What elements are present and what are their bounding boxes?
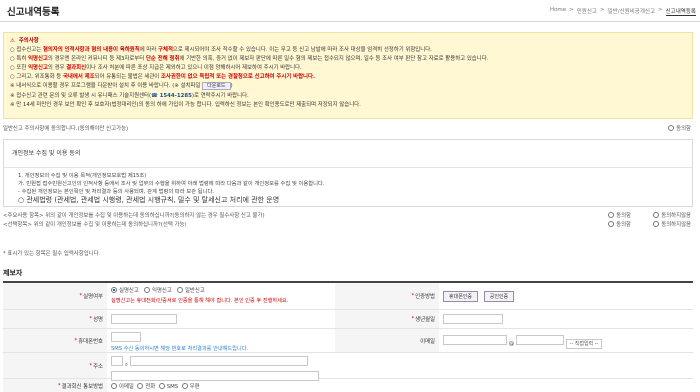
notice-box: ⚠ 주의사항 ○ 접수신고는 혐의자의 인적사항과 혐의 내용이 육하원칙에 따라… bbox=[3, 32, 693, 119]
download-button[interactable]: 다운로드 bbox=[202, 82, 231, 91]
name-input[interactable] bbox=[111, 314, 177, 324]
real-name-radio[interactable] bbox=[111, 287, 117, 293]
required-agree-radio[interactable] bbox=[608, 212, 615, 218]
breadcrumb-current: 신고내역등록 bbox=[665, 9, 696, 16]
notice-line: ○ 접수신고는 혐의자의 인적사항과 혐의 내용이 육하원칙에 따라 구체적으로… bbox=[10, 47, 432, 54]
optional-disagree-radio[interactable] bbox=[653, 221, 660, 227]
cert-auth-button[interactable]: 공인인증 bbox=[483, 291, 515, 302]
breadcrumb: Home > 민원신고 > 일반/신원비공개신고 > 신고내역등록 bbox=[550, 7, 696, 16]
row-contact: * 결과회신 통보방법 이메일 전화 SMS 우편 bbox=[3, 379, 693, 392]
mobile-input[interactable] bbox=[111, 332, 141, 342]
breadcrumb-separator: > bbox=[658, 7, 663, 13]
mobile-hint: SMS 수신 동의하시면 해당 번호로 처리결과를 안내해드립니다. bbox=[111, 346, 249, 352]
reporter-form: * 실명여부 실명신고 익명신고 일반신고 실명신고는 휴대전화/인증서로 인증을… bbox=[3, 281, 693, 392]
contact-phone-radio[interactable] bbox=[137, 383, 144, 389]
row-mobile: * 휴대폰번호 SMS 수신 동의하시면 해당 번호로 처리결과를 안내해드립니다… bbox=[3, 329, 693, 353]
type-warning: 실명신고는 휴대전화/인증서로 인증을 통해 해야 합니다. 본인 인증 후 진… bbox=[111, 298, 289, 304]
contact-mail-radio[interactable] bbox=[181, 383, 188, 389]
zipcode-input[interactable] bbox=[111, 356, 123, 366]
general-radio[interactable] bbox=[176, 287, 183, 293]
privacy-consents: <주요사용 항목> 위의 같이 개인정보를 수집 및 이용하는데 동의하십니까?… bbox=[3, 212, 693, 230]
optional-agree-radio[interactable] bbox=[608, 221, 615, 227]
required-disagree-radio[interactable] bbox=[653, 212, 660, 218]
privacy-title: 개인정보 수집 및 이용 동의 bbox=[4, 140, 692, 168]
notice-title: 주의사항 bbox=[18, 38, 39, 44]
contact-sms-radio[interactable] bbox=[158, 383, 165, 389]
email-domain-select[interactable]: -- 직접입력 -- bbox=[565, 339, 603, 349]
breadcrumb-report-type[interactable]: 일반/신원비공개신고 bbox=[608, 7, 655, 16]
section-title: 제보자 bbox=[3, 269, 23, 277]
warning-icon: ⚠ bbox=[10, 38, 15, 44]
notice-line: ※ 내서식으로 이용할 경우 프로그램을 다운받아 설치 후 이용 바랍니다. … bbox=[10, 82, 233, 91]
phone-auth-button[interactable]: 휴대폰인증 bbox=[443, 291, 479, 302]
notice-consent-row: 일반신고 주의사항에 동의합니다.(동의해야만 신고가능) 동의함 bbox=[3, 125, 691, 132]
breadcrumb-home[interactable]: Home bbox=[550, 7, 566, 16]
row-name: * 성명 * 생년월일 bbox=[3, 310, 693, 329]
email-domain-input[interactable] bbox=[515, 335, 564, 345]
notice-line: ※ 접수신고 관련 문의 및 오류 발생 시 유니패스 기술지원센터(☎ 154… bbox=[10, 92, 249, 99]
breadcrumb-separator: > bbox=[600, 7, 605, 13]
row-type: * 실명여부 실명신고 익명신고 일반신고 실명신고는 휴대전화/인증서로 인증을… bbox=[3, 283, 693, 310]
anonymous-radio[interactable] bbox=[143, 287, 150, 293]
address1-input[interactable] bbox=[129, 356, 308, 366]
breadcrumb-civil[interactable]: 민원신고 bbox=[577, 7, 597, 16]
birth-input[interactable] bbox=[443, 314, 503, 324]
notice-line: ○ 또한 익명신고의 경우 결과회신이나 조사 처분에 따른 포상 지급은 제외… bbox=[10, 65, 302, 72]
notice-consent-text: 일반신고 주의사항에 동의합니다.(동의해야만 신고가능) bbox=[3, 126, 129, 132]
notice-agree-radio[interactable] bbox=[668, 125, 675, 131]
page-header: 신고내역등록 Home > 민원신고 > 일반/신원비공개신고 > 신고내역등록 bbox=[0, 0, 700, 22]
breadcrumb-separator: > bbox=[569, 7, 574, 13]
notice-line: ○ 특히 익명신고의 경우엔 온라인 커뮤니티 등 제3자로부터 단순 전해 청… bbox=[10, 56, 489, 63]
consent-row-optional: <선택항목> 위의 같이 개인정보를 수집 및 이용하는데 동의하십니까?(선택… bbox=[3, 221, 691, 228]
row-address: * 주소 ⌕ bbox=[3, 353, 693, 381]
consent-row-required: <주요사용 항목> 위의 같이 개인정보를 수집 및 이용하는데 동의하십니까?… bbox=[3, 212, 691, 219]
privacy-body: 1. 개인정보의 수집 및 이용 목적(개인정보보호법 제15조) 가. 민원접… bbox=[18, 173, 325, 204]
required-note: * 표시가 있는 항목은 필수 입력사항입니다. bbox=[3, 251, 101, 257]
email-id-input[interactable] bbox=[443, 335, 507, 345]
contact-email-radio[interactable] bbox=[111, 383, 117, 389]
search-icon[interactable]: ⌕ bbox=[125, 361, 128, 368]
page-title: 신고내역등록 bbox=[7, 7, 60, 18]
support-phone: ☎ 1544-1285 bbox=[151, 92, 192, 99]
notice-line: ○ 그리고, 위조통화 등 국내에서 제조되어 유통되는 불법은 세관이 조사권… bbox=[10, 74, 316, 81]
privacy-box: 개인정보 수집 및 이용 동의 1. 개인정보의 수집 및 이용 목적(개인정보… bbox=[3, 139, 693, 207]
notice-line: ※ 만 14세 미만인 경우 보안 확인 후 보호자(법정대리인)의 동의 하에… bbox=[10, 101, 361, 108]
